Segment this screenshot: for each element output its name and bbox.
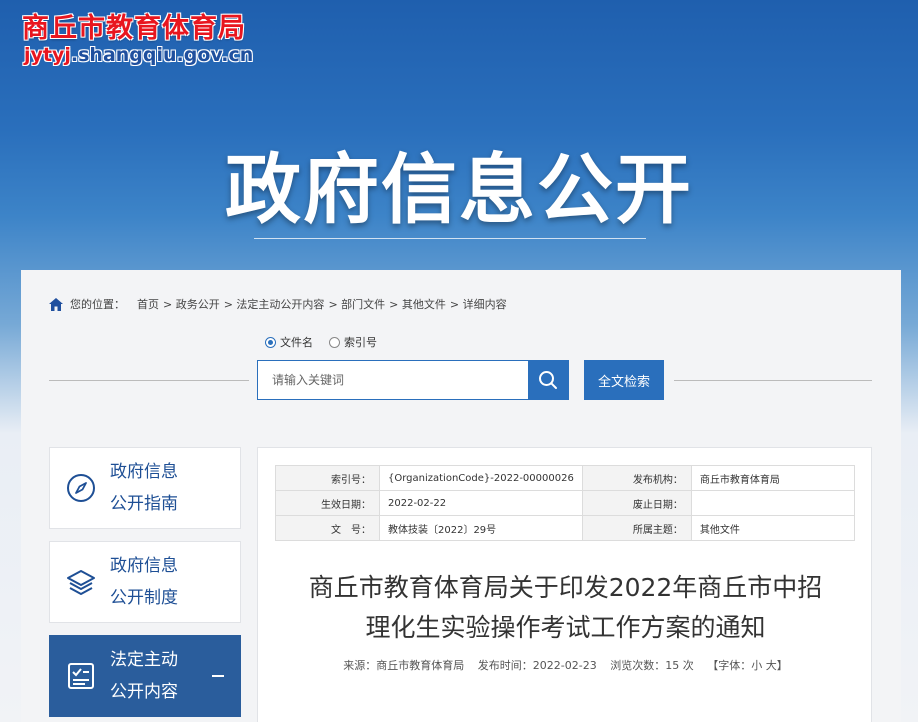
sidebar-item-statutory-line2: 公开内容	[110, 682, 178, 702]
meta-docno-label: 文 号：	[275, 515, 380, 541]
banner-divider	[254, 238, 646, 239]
checklist-icon	[66, 661, 96, 691]
meta-abolish-value	[690, 490, 856, 516]
sidebar-item-statutory-line1: 法定主动	[110, 650, 178, 670]
document-title-line2: 理化生实验操作考试工作方案的通知	[365, 613, 766, 642]
table-row: 文 号： 教体技装〔2022〕29号 所属主题： 其他文件	[275, 515, 856, 541]
meta-org-label: 发布机构：	[581, 465, 692, 491]
sidebar-item-system-line1: 政府信息	[110, 556, 178, 576]
breadcrumb-gov-affairs[interactable]: > 政务公开	[163, 296, 220, 312]
sidebar-item-statutory[interactable]: 法定主动 公开内容	[49, 635, 241, 717]
document-source: 来源：商丘市教育体育局	[343, 659, 465, 672]
meta-index-label: 索引号：	[275, 465, 380, 491]
logo-title: 商丘市教育体育局	[22, 13, 246, 44]
meta-effective-label: 生效日期：	[275, 490, 380, 516]
sidebar-item-guide-line1: 政府信息	[110, 462, 178, 482]
fulltext-search-button[interactable]: 全文检索	[584, 360, 664, 400]
search-divider-right	[674, 380, 872, 381]
main-panel: 您的位置： 首页 > 政务公开 > 法定主动公开内容 > 部门文件 > 其他文件…	[21, 270, 901, 722]
search-divider-left	[49, 380, 249, 381]
breadcrumb: 您的位置： 首页 > 政务公开 > 法定主动公开内容 > 部门文件 > 其他文件…	[49, 296, 511, 312]
meta-org-value: 商丘市教育体育局	[690, 465, 856, 491]
sidebar-item-guide-line2: 公开指南	[110, 494, 178, 514]
banner-title: 政府信息公开	[225, 145, 693, 234]
breadcrumb-label: 您的位置：	[70, 298, 125, 311]
sidebar-item-guide[interactable]: 政府信息 公开指南	[49, 447, 241, 529]
compass-icon	[66, 473, 96, 503]
radio-filename[interactable]: 文件名	[265, 334, 313, 350]
radio-index-label: 索引号	[344, 336, 377, 349]
site-logo[interactable]: 商丘市教育体育局 jytyj.shangqiu.gov.cn	[22, 13, 253, 67]
breadcrumb-other-docs[interactable]: > 其他文件	[389, 296, 446, 312]
sidebar-item-statutory-label: 法定主动 公开内容	[110, 644, 210, 708]
collapse-icon[interactable]	[212, 675, 224, 677]
meta-abolish-label: 废止日期：	[581, 490, 692, 516]
search-box	[257, 360, 569, 400]
sidebar-item-system-label: 政府信息 公开制度	[110, 550, 210, 614]
breadcrumb-statutory[interactable]: > 法定主动公开内容	[224, 296, 325, 312]
document-title: 商丘市教育体育局关于印发2022年商丘市中招 理化生实验操作考试工作方案的通知	[278, 568, 853, 648]
logo-url-prefix: jytyj	[24, 44, 71, 66]
document-publish-time: 发布时间：2022-02-23	[477, 659, 597, 672]
radio-index[interactable]: 索引号	[329, 334, 377, 350]
breadcrumb-detail: > 详细内容	[449, 298, 507, 311]
logo-url-domain: .shangqiu.gov.cn	[70, 44, 254, 66]
layers-icon	[66, 567, 96, 597]
document-meta-table: 索引号： {OrganizationCode}-2022-00000026 发布…	[275, 465, 856, 541]
meta-docno-value: 教体技装〔2022〕29号	[379, 515, 583, 541]
radio-filename-label: 文件名	[280, 336, 313, 349]
document-info: 来源：商丘市教育体育局 发布时间：2022-02-23 浏览次数：15 次 【字…	[258, 657, 873, 673]
radio-filename-dot[interactable]	[265, 336, 276, 348]
search-input[interactable]	[258, 361, 528, 399]
meta-index-value: {OrganizationCode}-2022-00000026	[379, 465, 583, 491]
search-icon	[539, 371, 557, 389]
sidebar-item-system[interactable]: 政府信息 公开制度	[49, 541, 241, 623]
table-row: 索引号： {OrganizationCode}-2022-00000026 发布…	[275, 465, 856, 491]
logo-url: jytyj.shangqiu.gov.cn	[24, 44, 253, 66]
sidebar-item-guide-label: 政府信息 公开指南	[110, 456, 210, 520]
meta-topic-label: 所属主题：	[581, 515, 692, 541]
home-icon	[49, 297, 63, 311]
breadcrumb-dept-docs[interactable]: > 部门文件	[328, 296, 385, 312]
breadcrumb-home[interactable]: 首页	[137, 296, 159, 312]
font-size-toggle[interactable]: 【字体：小 大】	[707, 659, 788, 672]
meta-effective-value: 2022-02-22	[379, 490, 583, 516]
table-row: 生效日期： 2022-02-22 废止日期：	[275, 490, 856, 516]
article-panel: 索引号： {OrganizationCode}-2022-00000026 发布…	[257, 447, 872, 722]
document-title-line1: 商丘市教育体育局关于印发2022年商丘市中招	[308, 573, 823, 602]
search-button[interactable]	[528, 361, 568, 399]
document-views: 浏览次数：15 次	[610, 659, 694, 672]
sidebar-item-system-line2: 公开制度	[110, 588, 178, 608]
meta-topic-value: 其他文件	[690, 515, 856, 541]
search-type-radios: 文件名 索引号	[265, 334, 393, 350]
radio-index-dot[interactable]	[329, 336, 340, 348]
